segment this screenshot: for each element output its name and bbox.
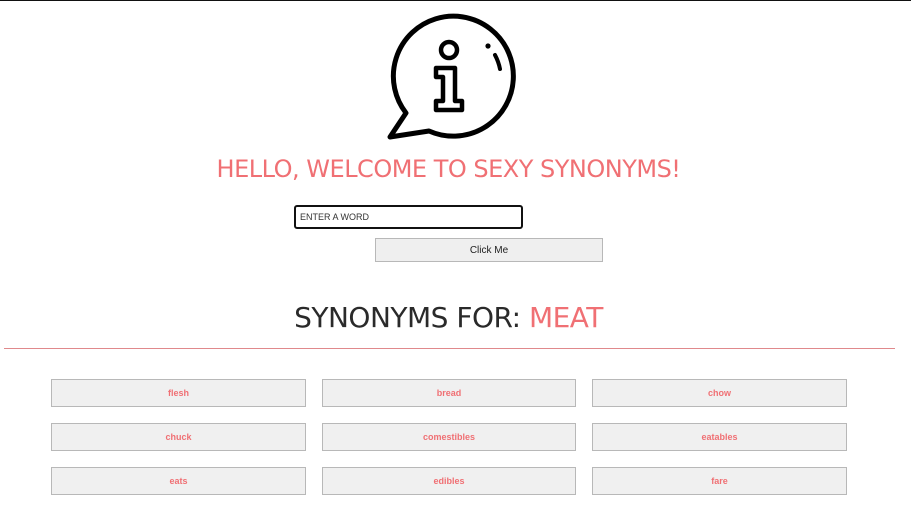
synonym-button[interactable]: edibles bbox=[322, 467, 576, 495]
searched-word: MEAT bbox=[528, 301, 603, 334]
synonym-grid: flesh bread chow chuck comestibles eatab… bbox=[51, 379, 847, 495]
app-logo bbox=[384, 13, 516, 141]
synonyms-heading-prefix: SYNONYMS FOR: bbox=[294, 301, 529, 334]
synonym-button[interactable]: bread bbox=[322, 379, 576, 407]
synonym-button[interactable]: chow bbox=[592, 379, 847, 407]
synonym-button[interactable]: comestibles bbox=[322, 423, 576, 451]
section-divider bbox=[4, 348, 895, 349]
synonym-button[interactable]: chuck bbox=[51, 423, 306, 451]
synonym-button[interactable]: fare bbox=[592, 467, 847, 495]
word-search-input[interactable] bbox=[294, 205, 523, 229]
synonyms-heading: SYNONYMS FOR: MEAT bbox=[0, 301, 897, 334]
info-speech-bubble-icon bbox=[387, 13, 516, 140]
synonym-button[interactable]: eatables bbox=[592, 423, 847, 451]
synonym-button[interactable]: eats bbox=[51, 467, 306, 495]
synonym-button[interactable]: flesh bbox=[51, 379, 306, 407]
click-me-button[interactable]: Click Me bbox=[375, 238, 603, 262]
welcome-heading: HELLO, WELCOME TO SEXY SYNONYMS! bbox=[216, 155, 681, 183]
